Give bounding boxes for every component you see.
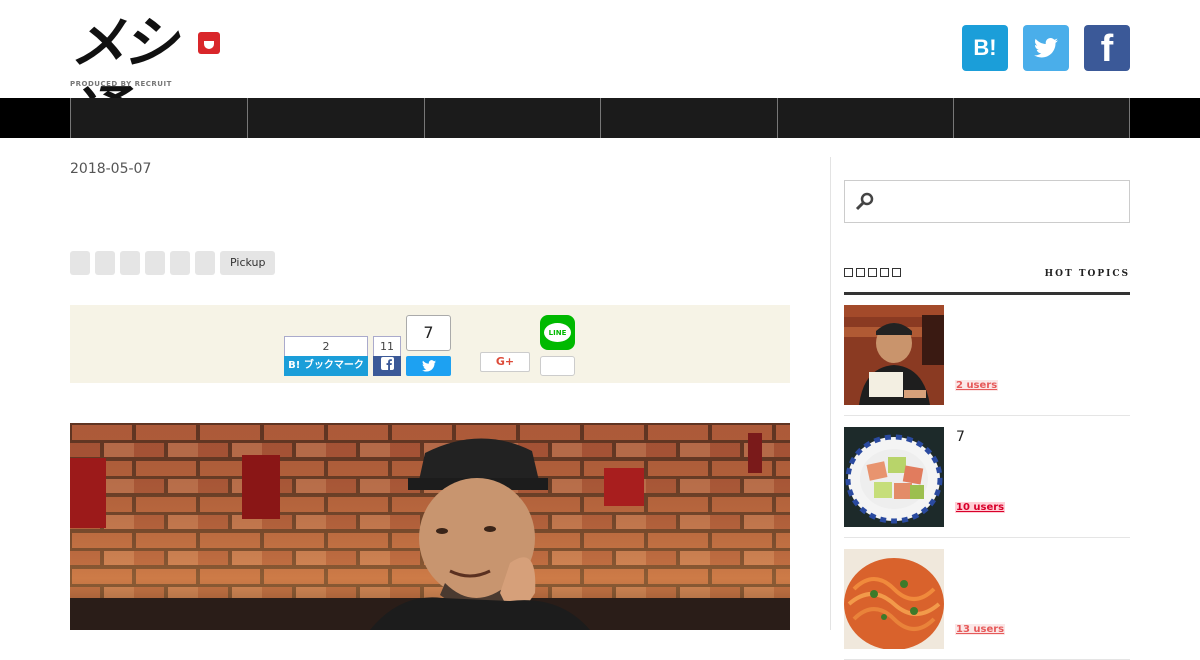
twitter-bird-icon bbox=[421, 360, 436, 372]
topic-thumbnail[interactable] bbox=[844, 549, 944, 649]
hatena-icon: B! bbox=[973, 35, 997, 60]
tag-chip[interactable] bbox=[120, 251, 140, 275]
line-label: LINE bbox=[544, 323, 571, 342]
facebook-icon: f bbox=[1100, 28, 1114, 70]
tag-chip[interactable] bbox=[195, 251, 215, 275]
twitter-bird-icon bbox=[1034, 38, 1058, 58]
nav-item[interactable] bbox=[777, 98, 953, 138]
article-date: 2018-05-07 bbox=[70, 161, 152, 177]
facebook-share-button[interactable] bbox=[373, 356, 401, 376]
nav-item[interactable] bbox=[247, 98, 424, 138]
line-icon[interactable]: LINE bbox=[540, 315, 575, 350]
tag-chip[interactable] bbox=[145, 251, 165, 275]
nav-item[interactable] bbox=[424, 98, 600, 138]
topic-user-count[interactable]: 2 users bbox=[955, 380, 999, 391]
hatena-bookmark-count: 2 bbox=[284, 336, 368, 357]
topic-thumbnail[interactable] bbox=[844, 427, 944, 527]
facebook-icon bbox=[380, 357, 394, 370]
tag-chip[interactable] bbox=[170, 251, 190, 275]
facebook-follow-button[interactable]: f bbox=[1084, 25, 1130, 71]
global-nav bbox=[0, 98, 1200, 138]
man-with-card-photo bbox=[844, 305, 944, 405]
tag-chip-pickup[interactable]: Pickup bbox=[220, 251, 276, 275]
spaghetti-napolitan-photo bbox=[844, 549, 944, 649]
tuna-avocado-bowl-photo bbox=[844, 427, 944, 527]
share-bar: 2 B! ブックマーク 11 7 G+ LINE bbox=[70, 305, 790, 383]
nav-item[interactable] bbox=[70, 98, 247, 138]
site-header: メシ通 PRODUCED BY RECRUIT B! f bbox=[0, 0, 1200, 146]
hatena-follow-button[interactable]: B! bbox=[962, 25, 1008, 71]
twitter-share-button[interactable] bbox=[406, 356, 451, 376]
hot-topics-jp-heading bbox=[844, 268, 901, 277]
topic-thumbnail[interactable] bbox=[844, 305, 944, 405]
topic-user-count[interactable]: 10 users bbox=[955, 502, 1006, 513]
tag-chip[interactable] bbox=[70, 251, 90, 275]
topic-title[interactable]: 7 bbox=[956, 429, 965, 445]
hot-topic-item[interactable]: 7 10 users bbox=[844, 427, 1130, 538]
tag-chip[interactable] bbox=[95, 251, 115, 275]
hatena-bookmark-button[interactable]: B! ブックマーク bbox=[284, 356, 368, 376]
hot-topic-item[interactable]: 13 users bbox=[844, 549, 1130, 660]
search-input[interactable] bbox=[844, 180, 1130, 223]
hot-topic-item[interactable]: 2 users bbox=[844, 305, 1130, 416]
nav-item[interactable] bbox=[953, 98, 1129, 138]
search-icon bbox=[855, 192, 874, 211]
nav-item[interactable] bbox=[600, 98, 777, 138]
tag-list: Pickup bbox=[70, 251, 276, 275]
twitter-follow-button[interactable] bbox=[1023, 25, 1069, 71]
line-share-button[interactable] bbox=[540, 356, 575, 376]
logo-bowl-icon bbox=[198, 32, 220, 54]
hot-topics-heading: HOT TOPICS bbox=[844, 266, 1130, 295]
logo-subtitle: PRODUCED BY RECRUIT bbox=[70, 80, 172, 88]
nav-divider bbox=[1129, 98, 1130, 138]
hot-topics-label: HOT TOPICS bbox=[1044, 269, 1130, 279]
googleplus-share-button[interactable]: G+ bbox=[480, 352, 530, 372]
facebook-share-count: 11 bbox=[373, 336, 401, 357]
site-logo[interactable]: メシ通 PRODUCED BY RECRUIT bbox=[70, 8, 222, 146]
sidebar-divider bbox=[830, 157, 831, 630]
article-hero-image bbox=[70, 423, 790, 630]
twitter-share-count: 7 bbox=[406, 315, 451, 351]
man-in-cap-photo bbox=[70, 423, 790, 630]
